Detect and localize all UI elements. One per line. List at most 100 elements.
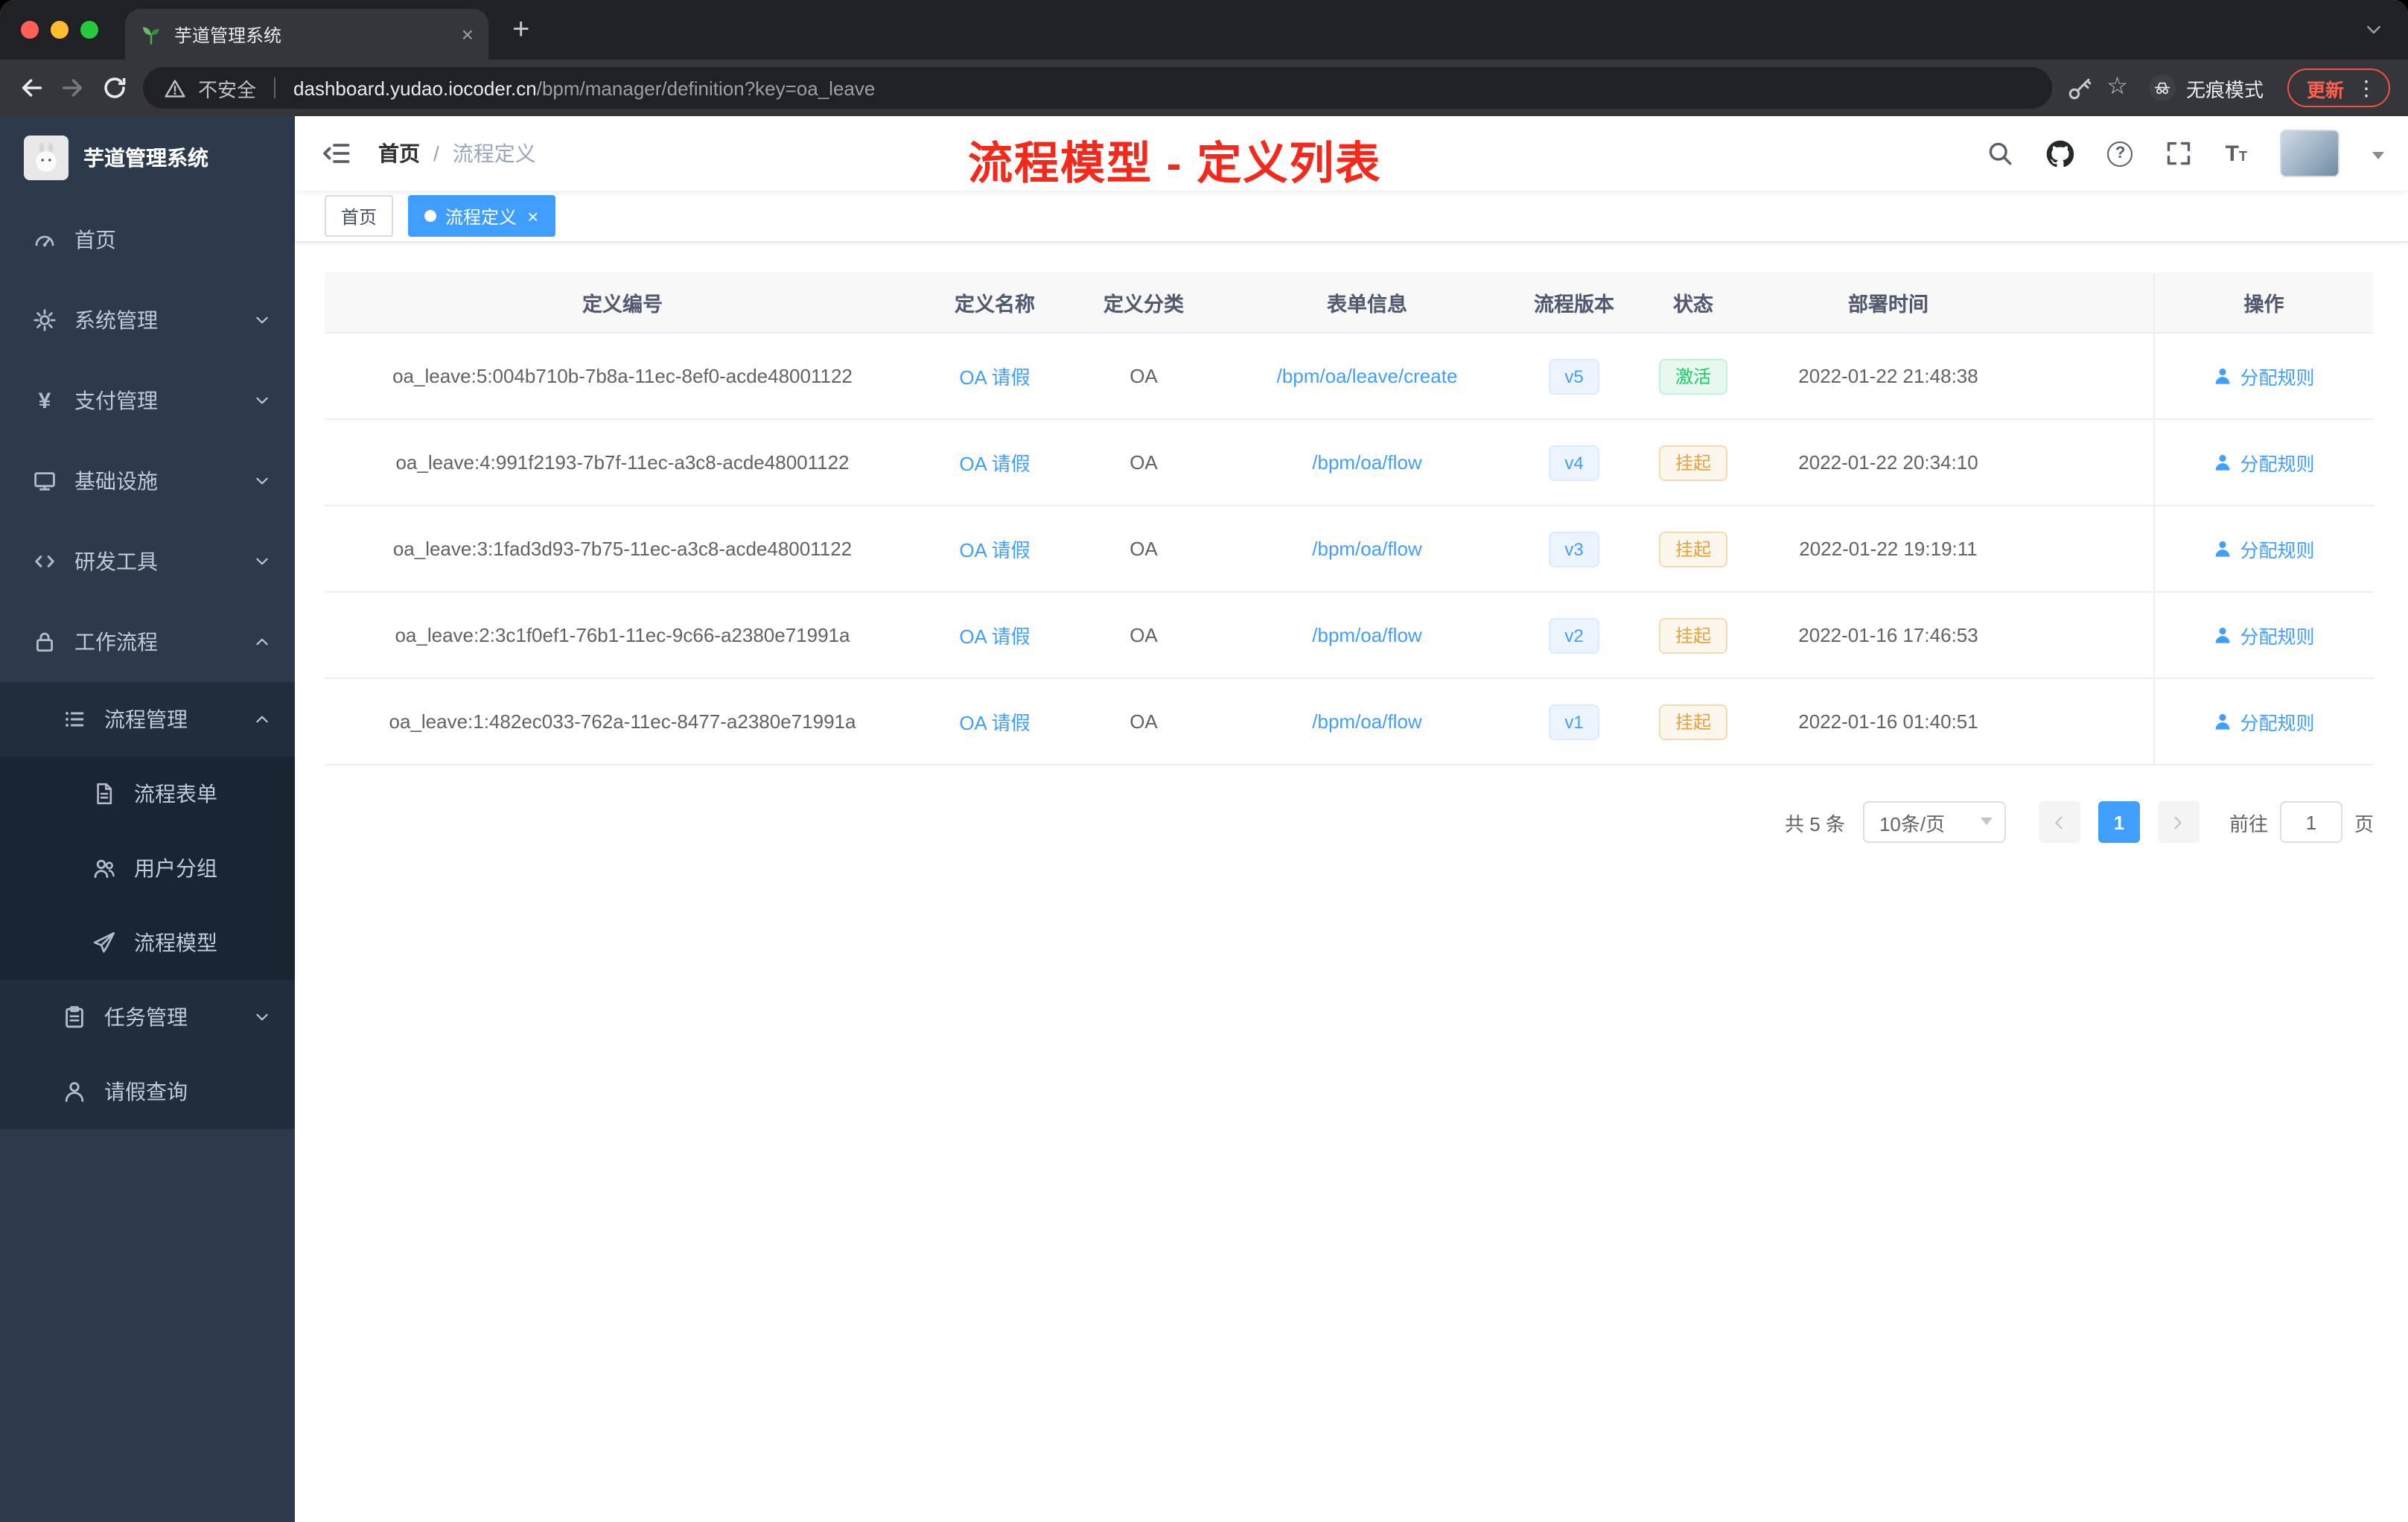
clipboard-icon bbox=[63, 1005, 86, 1029]
assign-rule-link[interactable]: 分配规则 bbox=[2213, 621, 2315, 649]
chevron-down-icon bbox=[253, 392, 271, 410]
sidebar-item-infrastructure[interactable]: 基础设施 bbox=[0, 441, 295, 521]
breadcrumb-home[interactable]: 首页 bbox=[378, 138, 420, 168]
goto-label: 前往 bbox=[2229, 812, 2268, 835]
sidebar-item-workflow[interactable]: 工作流程 bbox=[0, 602, 295, 682]
assign-rule-link[interactable]: 分配规则 bbox=[2213, 707, 2315, 736]
new-tab-button[interactable]: + bbox=[512, 15, 529, 45]
url-text[interactable]: dashboard.yudao.iocoder.cn/bpm/manager/d… bbox=[293, 77, 875, 99]
tag-process-definition[interactable]: 流程定义 × bbox=[408, 195, 555, 237]
tab-search-chevron-icon[interactable] bbox=[2363, 19, 2384, 40]
user-avatar[interactable] bbox=[2280, 130, 2339, 177]
back-button[interactable] bbox=[18, 74, 45, 101]
sidebar-item-leave-query[interactable]: 请假查询 bbox=[0, 1054, 295, 1129]
assign-rule-link[interactable]: 分配规则 bbox=[2213, 448, 2315, 477]
browser-toolbar: 不安全 dashboard.yudao.iocoder.cn/bpm/manag… bbox=[0, 60, 2408, 116]
help-icon[interactable]: ? bbox=[2107, 141, 2133, 166]
definition-category: OA bbox=[1069, 678, 1218, 765]
deploy-time: 2022-01-22 19:19:11 bbox=[1754, 506, 2022, 593]
chevron-down-icon bbox=[253, 553, 271, 570]
avatar-dropdown-caret-icon[interactable] bbox=[2372, 151, 2384, 165]
sidebar-item-process-model[interactable]: 流程模型 bbox=[0, 905, 295, 980]
bookmark-star-icon[interactable]: ☆ bbox=[2106, 75, 2128, 100]
definition-name-link[interactable]: OA 请假 bbox=[959, 539, 1030, 561]
page-size-select[interactable]: 10条/页 bbox=[1862, 801, 2006, 843]
browser-window: 芋道管理系统 × + 不安全 dashboard.yudao.iocoder.c… bbox=[0, 0, 2408, 1522]
sidebar-item-system[interactable]: 系统管理 bbox=[0, 280, 295, 360]
browser-tab[interactable]: 芋道管理系统 × bbox=[125, 9, 488, 60]
reload-button[interactable] bbox=[101, 74, 128, 101]
table-row: oa_leave:5:004b710b-7b8a-11ec-8ef0-acde4… bbox=[325, 333, 2374, 420]
assign-rule-link[interactable]: 分配规则 bbox=[2213, 362, 2315, 390]
sidebar-collapse-icon[interactable] bbox=[322, 138, 351, 168]
sidebar-item-task-management[interactable]: 任务管理 bbox=[0, 980, 295, 1054]
definition-table: 定义编号 定义名称 定义分类 表单信息 流程版本 状态 部署时间 操作 oa_l… bbox=[325, 273, 2374, 765]
url-path: /bpm/manager/definition?key=oa_leave bbox=[536, 77, 876, 99]
dashboard-icon bbox=[33, 228, 57, 252]
definition-id: oa_leave:2:3c1f0ef1-76b1-11ec-9c66-a2380… bbox=[325, 592, 920, 679]
close-window-button[interactable] bbox=[21, 21, 39, 39]
form-link[interactable]: /bpm/oa/flow bbox=[1312, 451, 1421, 474]
tag-close-icon[interactable]: × bbox=[527, 206, 538, 226]
address-bar[interactable]: 不安全 dashboard.yudao.iocoder.cn/bpm/manag… bbox=[143, 67, 2052, 109]
definition-id: oa_leave:1:482ec033-762a-11ec-8477-a2380… bbox=[325, 678, 920, 765]
next-page-button[interactable] bbox=[2157, 801, 2200, 843]
definition-name-link[interactable]: OA 请假 bbox=[959, 625, 1030, 648]
sidebar-item-user-group[interactable]: 用户分组 bbox=[0, 831, 295, 905]
update-label[interactable]: 更新 bbox=[2307, 74, 2344, 102]
sidebar-item-process-management[interactable]: 流程管理 bbox=[0, 682, 295, 757]
password-key-icon[interactable] bbox=[2066, 75, 2092, 101]
current-page-button[interactable]: 1 bbox=[2098, 801, 2140, 843]
main-area: 首页 / 流程定义 ? TT 流程模型 - 定义列表 首页 流程定义 × 定义编… bbox=[295, 116, 2408, 1522]
deploy-time: 2022-01-22 21:48:38 bbox=[1754, 333, 2022, 420]
sidebar-item-process-form[interactable]: 流程表单 bbox=[0, 757, 295, 831]
form-link[interactable]: /bpm/oa/flow bbox=[1312, 624, 1421, 646]
status-badge: 激活 bbox=[1658, 358, 1727, 394]
paper-plane-icon bbox=[92, 931, 116, 955]
form-link[interactable]: /bpm/oa/flow bbox=[1312, 710, 1421, 733]
definition-name-link[interactable]: OA 请假 bbox=[959, 453, 1030, 475]
incognito-badge: 无痕模式 bbox=[2148, 74, 2264, 102]
definition-name-link[interactable]: OA 请假 bbox=[959, 366, 1030, 389]
not-secure-warning-icon[interactable] bbox=[164, 77, 186, 99]
code-icon bbox=[33, 550, 57, 573]
form-link[interactable]: /bpm/oa/leave/create bbox=[1277, 365, 1458, 387]
assign-rule-link[interactable]: 分配规则 bbox=[2213, 535, 2315, 563]
fullscreen-window-button[interactable] bbox=[80, 21, 98, 39]
fullscreen-icon[interactable] bbox=[2166, 140, 2193, 167]
chevron-up-icon bbox=[253, 710, 271, 728]
incognito-label: 无痕模式 bbox=[2185, 78, 2264, 101]
prev-page-button[interactable] bbox=[2038, 801, 2080, 843]
form-link[interactable]: /bpm/oa/flow bbox=[1312, 538, 1421, 560]
tag-home[interactable]: 首页 bbox=[325, 195, 394, 237]
goto-page-input[interactable] bbox=[2279, 801, 2342, 843]
more-menu-icon[interactable]: ⋮ bbox=[2356, 77, 2377, 98]
github-icon[interactable] bbox=[2047, 139, 2075, 168]
forward-button[interactable] bbox=[60, 74, 86, 101]
sidebar-item-devtools[interactable]: 研发工具 bbox=[0, 521, 295, 602]
definition-category: OA bbox=[1069, 419, 1218, 506]
definition-id: oa_leave:5:004b710b-7b8a-11ec-8ef0-acde4… bbox=[325, 333, 920, 420]
sidebar-logo[interactable]: 芋道管理系统 bbox=[0, 116, 295, 200]
search-icon[interactable] bbox=[1987, 140, 2014, 167]
definition-name-link[interactable]: OA 请假 bbox=[959, 712, 1030, 734]
table-row: oa_leave:1:482ec033-762a-11ec-8477-a2380… bbox=[325, 678, 2374, 765]
sidebar-item-label: 支付管理 bbox=[74, 389, 158, 413]
browser-update-menu-button[interactable]: 更新 ⋮ bbox=[2287, 69, 2390, 107]
column-header-id: 定义编号 bbox=[325, 273, 920, 334]
tab-favicon-icon bbox=[140, 23, 162, 45]
sidebar-item-home[interactable]: 首页 bbox=[0, 200, 295, 280]
column-header-status: 状态 bbox=[1632, 273, 1754, 334]
version-badge: v5 bbox=[1548, 358, 1600, 394]
lock-icon bbox=[33, 630, 57, 654]
tab-close-icon[interactable]: × bbox=[462, 22, 474, 46]
sidebar-item-label: 首页 bbox=[74, 228, 116, 252]
sidebar-item-payment[interactable]: ¥ 支付管理 bbox=[0, 360, 295, 441]
person-icon bbox=[2213, 712, 2232, 731]
security-label[interactable]: 不安全 bbox=[198, 74, 256, 102]
filler-cell bbox=[2022, 333, 2153, 420]
minimize-window-button[interactable] bbox=[51, 21, 69, 39]
page-content: 定义编号 定义名称 定义分类 表单信息 流程版本 状态 部署时间 操作 oa_l… bbox=[295, 243, 2408, 843]
font-size-icon[interactable]: TT bbox=[2226, 141, 2247, 166]
chevron-right-icon bbox=[2169, 812, 2188, 832]
